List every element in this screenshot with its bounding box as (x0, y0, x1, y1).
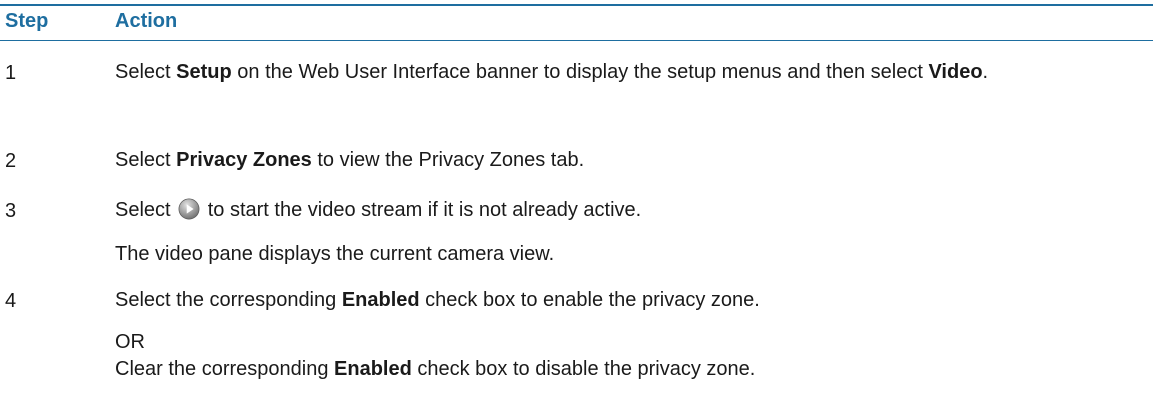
enabled-term: Enabled (334, 358, 412, 380)
play-button-icon (178, 198, 200, 220)
step-action: Select the corresponding Enabled check b… (115, 289, 760, 311)
privacy-zones-term: Privacy Zones (176, 149, 312, 171)
step-action: Select Privacy Zones to view the Privacy… (115, 149, 585, 171)
enabled-term: Enabled (341, 289, 420, 311)
step-number: 3 (5, 200, 17, 222)
step-alternative: Clear the corresponding Enabled check bo… (115, 358, 756, 380)
step-action: Select Setup on the Web User Interface b… (115, 61, 989, 83)
step-action: Select to start the video stream if it i… (115, 198, 642, 221)
top-rule (0, 4, 1153, 6)
step-number: 1 (5, 62, 17, 84)
step-column-header: Step (5, 10, 49, 32)
or-label: OR (115, 331, 145, 353)
step-note: The video pane displays the current came… (115, 243, 555, 265)
header-rule (0, 40, 1153, 41)
setup-term: Setup (176, 61, 232, 83)
video-term: Video (928, 61, 983, 83)
action-column-header: Action (115, 10, 178, 32)
step-number: 4 (5, 290, 17, 312)
step-number: 2 (5, 150, 17, 172)
